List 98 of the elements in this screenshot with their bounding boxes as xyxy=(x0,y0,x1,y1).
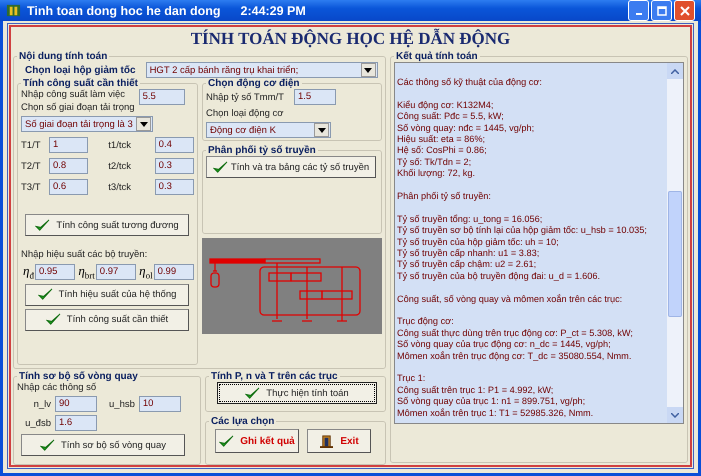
field-label: t1/tck xyxy=(108,140,132,150)
field-label: t3/tck xyxy=(108,182,132,192)
efficiency-symbol: η$_{ol}$ xyxy=(139,263,153,281)
checkmark-icon xyxy=(245,386,260,400)
input-field[interactable]: 0.6 xyxy=(48,179,88,195)
result-line: Công suất thực dùng trên trục động cơ: P_ct = 5.308, kW; xyxy=(397,328,634,340)
result-line: Kiểu động cơ: K132M4; xyxy=(397,100,494,112)
efficiency-symbol: η$_{đ}$ xyxy=(23,263,34,281)
input-field[interactable]: 0.95 xyxy=(34,264,76,280)
field-label: Chọn loại động cơ xyxy=(206,108,285,119)
page-heading: TÍNH TOÁN ĐỘNG HỌC HỆ DẪN ĐỘNG xyxy=(190,28,512,50)
field-label: Chọn loại hộp giảm tốc xyxy=(25,64,136,76)
efficiency-symbol: η$_{brt}$ xyxy=(78,263,95,281)
scroll-thumb[interactable] xyxy=(668,190,682,318)
result-line: Tỷ số: Tk/Tdn = 2; xyxy=(397,156,472,168)
exit-button[interactable]: Exit xyxy=(307,429,371,453)
checkmark-icon xyxy=(40,438,55,452)
group-title: Các lựa chọn xyxy=(210,416,276,427)
result-line: Số vòng quay của trục 1: n1 = 899.751, vg/ph; xyxy=(397,396,586,408)
result-line: Công suất, số vòng quay và mômen xoắn trên các trục: xyxy=(397,294,624,306)
result-line: Tỷ số truyền của hộp giảm tốc: uh = 10; xyxy=(397,236,560,248)
motor-type-select[interactable]: Động cơ điện K xyxy=(206,122,331,138)
result-line: Tỷ số truyền của bộ truyền động đai: u_d = 1.606. xyxy=(397,270,602,282)
input-field[interactable]: 90 xyxy=(55,396,97,412)
result-line: Số vòng quay của trục động cơ: n_dc = 1445, vg/ph; xyxy=(397,339,612,351)
field-label: T1/T xyxy=(21,140,42,150)
minimize-icon xyxy=(636,12,642,14)
input-field[interactable]: 1.5 xyxy=(294,89,336,105)
result-line: Tỷ số truyền tổng: u_tong = 16.056; xyxy=(397,214,544,226)
input-field[interactable]: 0.8 xyxy=(48,158,88,174)
scrollbar[interactable] xyxy=(667,63,683,423)
result-line: Công suất trên trục 1: P1 = 4.992, kW; xyxy=(397,384,554,396)
checkmark-icon xyxy=(212,160,228,174)
speed-button[interactable]: Tính sơ bộ số vòng quay xyxy=(21,434,185,456)
result-line: Phân phối tỷ số truyền: xyxy=(397,191,492,202)
gearbox-select[interactable]: HGT 2 cấp bánh răng trụ khai triển; xyxy=(146,62,378,78)
group-title: Kết quả tính toán xyxy=(395,51,479,62)
clock-text: 2:44:29 PM xyxy=(240,4,306,18)
input-field[interactable]: 1 xyxy=(48,137,88,153)
field-label: n_lv xyxy=(32,398,51,410)
field-label: Chọn số giai đoạn tải trọng xyxy=(21,102,135,113)
group-title: Nội dung tính toán xyxy=(18,51,108,62)
field-label: Nhập các thông số xyxy=(17,382,98,393)
result-line: Các thông số kỹ thuật của động cơ: xyxy=(397,77,543,88)
result-line: Số vòng quay: nđc = 1445, vg/ph; xyxy=(397,122,536,134)
result-line: Tỷ số truyền sơ bộ tính lại của hộp giảm tốc: u_hsb = 10.035; xyxy=(397,225,648,237)
input-field[interactable]: 0.3 xyxy=(154,158,194,174)
input-field[interactable]: 0.4 xyxy=(154,137,194,153)
result-line: Công suất: Pđc = 5.5, kW; xyxy=(397,111,505,123)
group-title: Tính sơ bộ số vòng quay xyxy=(18,371,139,382)
field-label: u_hsb xyxy=(109,398,135,410)
maximize-button[interactable] xyxy=(651,0,672,21)
checkmark-icon xyxy=(35,218,50,232)
checkmark-icon xyxy=(219,434,234,448)
input-field[interactable]: 0.97 xyxy=(96,264,136,280)
field-label: u_đsb xyxy=(24,418,51,428)
equivalent-power-button[interactable]: Tính công suất tương đương xyxy=(25,214,189,236)
input-field[interactable]: 5.5 xyxy=(138,89,185,105)
input-field[interactable]: 0.99 xyxy=(154,264,194,280)
result-line: Tỷ số truyền cấp nhanh: u1 = 3.83; xyxy=(397,248,540,260)
load-stage-select[interactable]: Số giai đoạn tải trọng là 3 xyxy=(21,116,153,132)
result-line: Hiệu suất: eta = 86%; xyxy=(397,134,486,146)
window-title: Tinh toan dong hoc he dan dong xyxy=(27,4,220,18)
minimize-button[interactable] xyxy=(628,0,649,21)
field-label: Nhập công suất làm việc xyxy=(21,89,126,100)
field-label: T2/T xyxy=(21,160,42,172)
efficiency-button[interactable]: Tính hiệu suất của hệ thống xyxy=(25,284,189,306)
input-field[interactable]: 1.6 xyxy=(55,415,97,431)
checkmark-icon xyxy=(38,288,53,302)
field-label: Nhập hiệu suất các bộ truyền: xyxy=(21,249,148,260)
save-results-button[interactable]: Ghi kết quả xyxy=(215,429,299,453)
door-icon xyxy=(319,434,334,448)
field-label: Nhập tỷ số Tmm/T xyxy=(206,92,284,102)
input-field[interactable]: 10 xyxy=(138,396,181,412)
required-power-button[interactable]: Tính công suất cần thiết xyxy=(25,308,189,331)
field-label: T3/T xyxy=(21,182,42,192)
result-line: Mômen xoắn trên trục 1: T1 = 52985.326, Nmm. xyxy=(397,408,594,420)
calculate-button[interactable]: Thực hiện tính toán xyxy=(217,382,377,404)
scroll-up-icon[interactable] xyxy=(667,63,683,79)
checkmark-icon xyxy=(46,313,61,326)
group-title: Phân phối tỷ số truyền xyxy=(207,145,317,156)
app-icon xyxy=(6,3,21,18)
result-line: Hệ số: CosPhi = 0.86; xyxy=(397,145,488,157)
result-line: Trục 1: xyxy=(397,373,426,385)
group-title: Tính P, n và T trên các trục xyxy=(210,371,339,382)
ratio-button[interactable]: Tính và tra bảng các tỷ số truyền xyxy=(206,156,376,178)
field-label: t2/tck xyxy=(108,160,132,172)
close-icon xyxy=(680,6,690,16)
group-title: Chọn động cơ điện xyxy=(207,78,301,89)
result-line: Tỷ số truyền cấp chậm: u2 = 2.61; xyxy=(397,259,538,271)
maximize-icon xyxy=(656,6,666,16)
result-line: Mômen xoắn trên trục động cơ: T_dc = 35080.554, Nmm. xyxy=(397,350,632,362)
result-line: Trục động cơ: xyxy=(397,316,455,328)
close-button[interactable] xyxy=(674,0,695,21)
result-line: Khối lượng: 72, kg. xyxy=(397,168,476,180)
scroll-down-icon[interactable] xyxy=(667,407,683,423)
group-title: Tính công suất cần thiết xyxy=(22,78,140,89)
input-field[interactable]: 0.3 xyxy=(154,179,194,195)
